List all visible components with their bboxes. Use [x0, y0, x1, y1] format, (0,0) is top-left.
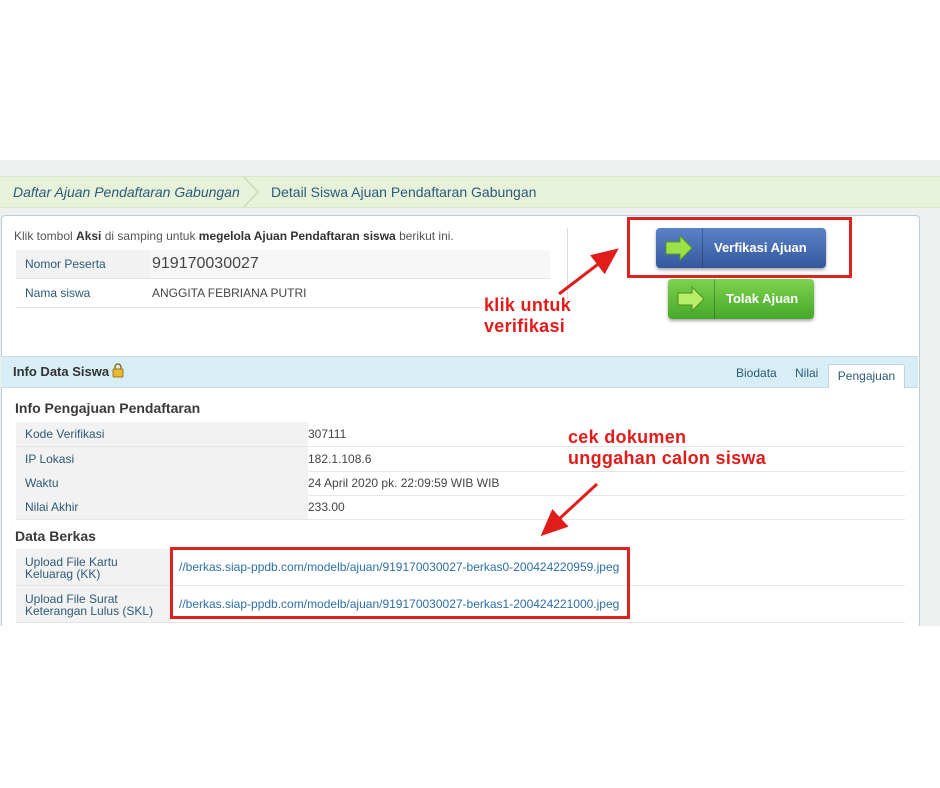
- intro-text: Klik tombol Aksi di samping untuk megelo…: [14, 229, 454, 243]
- breadcrumb: Daftar Ajuan Pendaftaran Gabungan Detail…: [0, 176, 940, 208]
- info-pengajuan-title: Info Pengajuan Pendaftaran: [15, 400, 201, 416]
- table-row: Kode Verifikasi 307111: [16, 422, 905, 447]
- tolak-ajuan-button[interactable]: Tolak Ajuan: [668, 279, 814, 319]
- nomor-peserta-row: Nomor Peserta 919170030027: [16, 250, 550, 279]
- nilai-akhir-label: Nilai Akhir: [16, 495, 308, 519]
- annotation-line: klik untuk: [484, 295, 572, 315]
- waktu-label: Waktu: [16, 471, 308, 495]
- breadcrumb-link-daftar-ajuan[interactable]: Daftar Ajuan Pendaftaran Gabungan: [13, 184, 240, 200]
- intro-text-bold: Aksi: [76, 229, 102, 243]
- tolak-ajuan-label: Tolak Ajuan: [726, 291, 799, 306]
- highlight-files-box: [170, 547, 630, 619]
- nama-siswa-label: Nama siswa: [16, 279, 150, 307]
- tab-biodata[interactable]: Biodata: [736, 366, 777, 380]
- intro-text-part: Klik tombol: [14, 229, 77, 243]
- data-berkas-title: Data Berkas: [15, 528, 96, 544]
- breadcrumb-separator-icon: [243, 177, 260, 207]
- nomor-peserta-value: 919170030027: [150, 250, 550, 278]
- annotation-line: cek dokumen: [568, 427, 687, 447]
- arrow-right-icon: [668, 279, 715, 319]
- nilai-akhir-value: 233.00: [308, 500, 345, 514]
- info-data-siswa-bar: Info Data Siswa Biodata Nilai Pengajuan: [1, 356, 918, 388]
- intro-text-bold: megelola Ajuan Pendaftaran siswa: [198, 229, 396, 243]
- table-row: IP Lokasi 182.1.108.6: [16, 447, 905, 472]
- file-kk-label: Upload File Kartu Keluarag (KK): [16, 549, 173, 585]
- screenshot-area: Daftar Ajuan Pendaftaran Gabungan Detail…: [0, 160, 940, 626]
- intro-text-part: di samping untuk: [101, 229, 199, 243]
- nama-siswa-row: Nama siswa ANGGITA FEBRIANA PUTRI: [16, 279, 550, 308]
- annotation-line: unggahan calon siswa: [568, 448, 767, 468]
- annotation-check-docs: cek dokumen unggahan calon siswa: [568, 427, 766, 469]
- file-skl-label: Upload File Surat Keterangan Lulus (SKL): [16, 586, 173, 622]
- table-row: Waktu 24 April 2020 pk. 22:09:59 WIB WIB: [16, 471, 905, 496]
- breadcrumb-current: Detail Siswa Ajuan Pendaftaran Gabungan: [271, 184, 537, 200]
- highlight-verify-box: [627, 217, 852, 278]
- tab-pengajuan[interactable]: Pengajuan: [828, 364, 905, 388]
- tab-nilai[interactable]: Nilai: [795, 366, 818, 380]
- lock-icon: [112, 363, 124, 378]
- kode-verifikasi-label: Kode Verifikasi: [16, 422, 308, 446]
- info-data-siswa-title: Info Data Siswa: [13, 364, 110, 379]
- file-kk-label-text: Upload File Kartu Keluarag (KK): [25, 555, 118, 581]
- table-row: Nilai Akhir 233.00: [16, 495, 905, 520]
- nomor-peserta-label: Nomor Peserta: [16, 250, 150, 278]
- intro-text-part: berikut ini.: [395, 229, 454, 243]
- annotation-line: verifikasi: [484, 316, 566, 336]
- file-skl-label-text: Upload File Surat Keterangan Lulus (SKL): [25, 592, 154, 618]
- annotation-click-verify: klik untuk verifikasi: [484, 295, 571, 337]
- ip-lokasi-label: IP Lokasi: [16, 447, 308, 471]
- waktu-value: 24 April 2020 pk. 22:09:59 WIB WIB: [308, 476, 500, 490]
